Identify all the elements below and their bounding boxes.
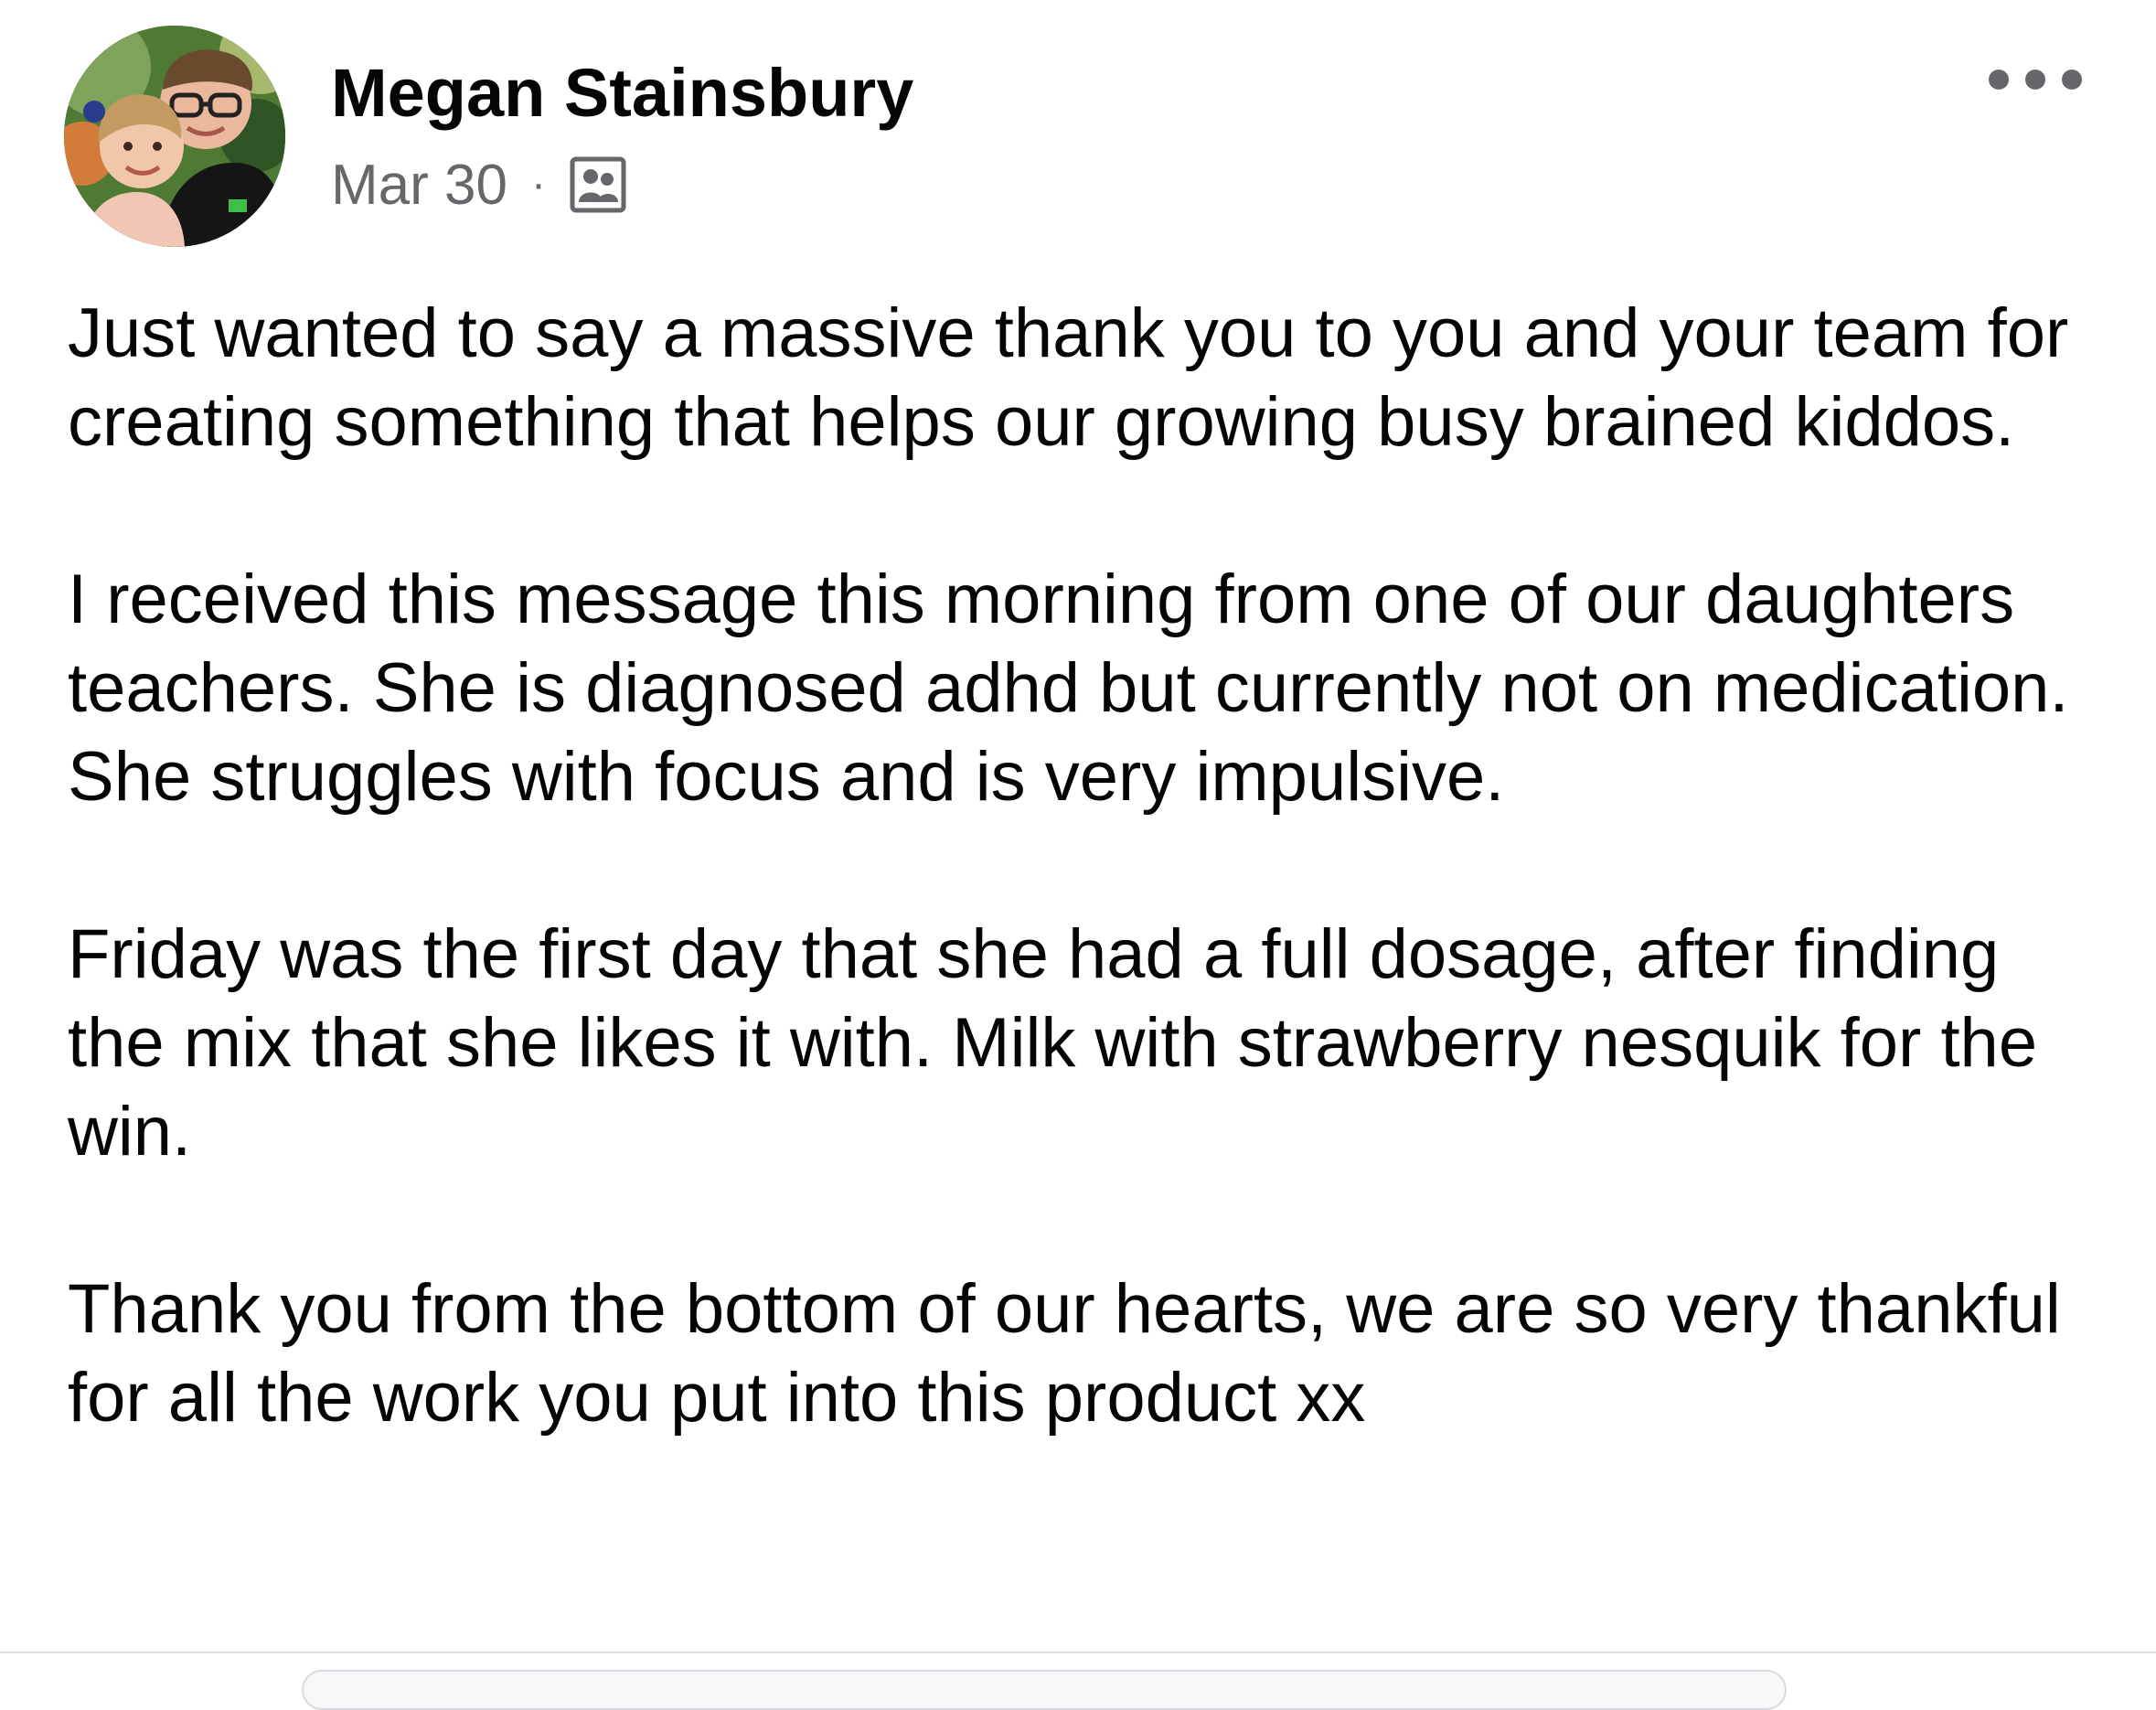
meta-separator: ·: [530, 160, 546, 208]
post-divider: [0, 1651, 2156, 1653]
more-options-icon[interactable]: [1989, 57, 2082, 102]
comment-box-edge[interactable]: [302, 1670, 1787, 1710]
group-members-icon[interactable]: [568, 155, 628, 215]
more-dot: [1989, 69, 2009, 90]
post-text: Just wanted to say a massive thank you t…: [68, 289, 2107, 1442]
facebook-post: Megan Stainsbury Mar 30 · Just wanted to…: [0, 0, 2156, 1710]
post-paragraph: I received this message this morning fro…: [68, 561, 2069, 816]
post-paragraph: Friday was the first day that she had a …: [68, 915, 2038, 1170]
avatar-photo: [64, 26, 285, 247]
post-paragraph: Just wanted to say a massive thank you t…: [68, 294, 2069, 461]
more-dot: [2062, 69, 2082, 90]
post-meta: Mar 30 ·: [331, 152, 628, 218]
author-name[interactable]: Megan Stainsbury: [331, 53, 913, 134]
more-dot: [2025, 69, 2045, 90]
author-avatar[interactable]: [64, 26, 285, 247]
post-date[interactable]: Mar 30: [331, 153, 507, 218]
post-paragraph: Thank you from the bottom of our hearts,…: [68, 1270, 2061, 1437]
